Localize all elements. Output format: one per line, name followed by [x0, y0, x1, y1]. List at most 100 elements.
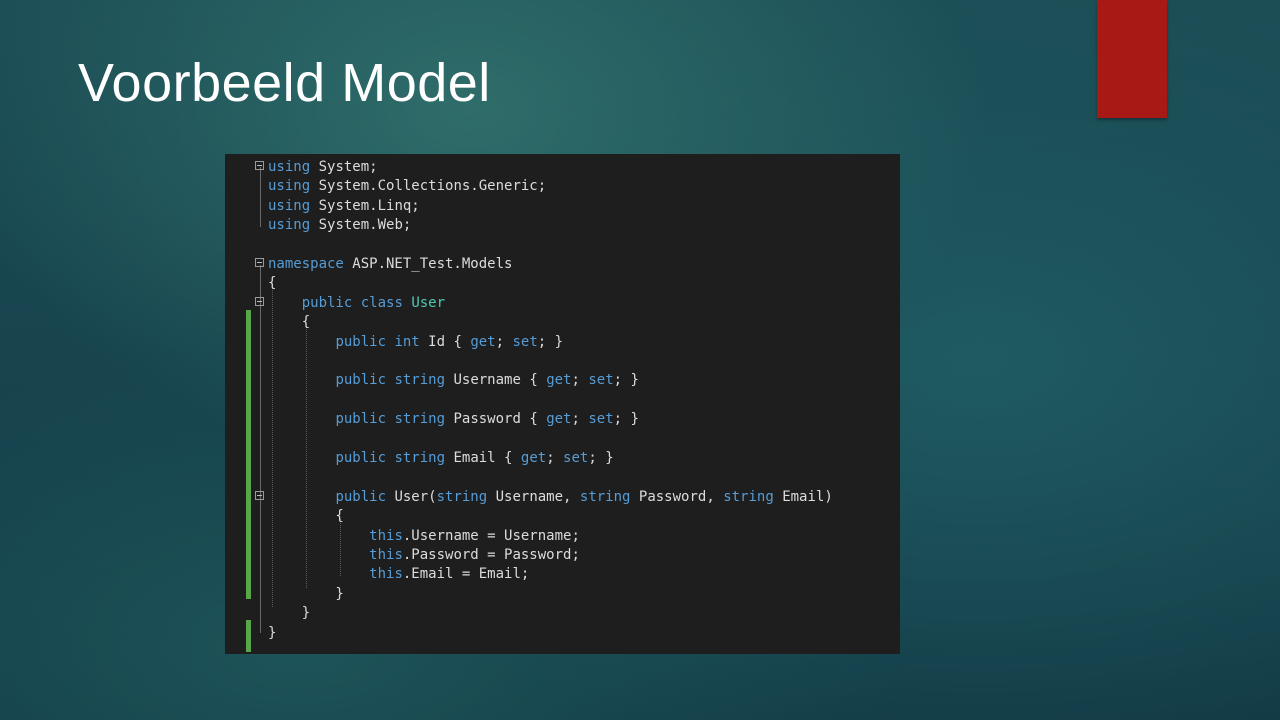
code-line: {	[225, 507, 900, 526]
collapse-icon[interactable]	[255, 296, 264, 306]
code-keyword: string	[394, 372, 446, 389]
slide-title: Voorbeeld Model	[78, 53, 491, 113]
code-keyword: using	[268, 159, 311, 175]
code-token: ;	[495, 333, 513, 350]
code-line: public string Email { get; set; }	[225, 449, 900, 468]
code-text: using System;	[268, 158, 378, 177]
code-text: this.Username = Username;	[268, 527, 580, 546]
code-keyword: public	[335, 450, 387, 466]
code-token: System;	[310, 159, 378, 175]
code-token: ASP.NET_Test.Models	[343, 256, 513, 272]
code-line: namespace ASP.NET_Test.Models	[225, 255, 900, 274]
code-keyword: get	[546, 411, 572, 428]
code-keyword: public	[335, 333, 387, 350]
code-token: }	[268, 624, 277, 641]
code-keyword: set	[512, 333, 538, 350]
code-text: using System.Linq;	[268, 197, 420, 216]
code-line: {	[225, 313, 900, 332]
code-token: {	[268, 508, 344, 525]
code-line: public User(string Username, string Pass…	[225, 488, 900, 507]
code-token: }	[268, 585, 344, 602]
collapse-icon[interactable]	[255, 490, 264, 500]
code-line: using System;	[225, 158, 900, 177]
code-text: this.Password = Password;	[268, 546, 580, 565]
code-text: }	[268, 585, 344, 604]
accent-bar	[1097, 0, 1167, 118]
code-keyword: this	[369, 547, 403, 563]
code-text: public int Id { get; set; }	[268, 333, 563, 352]
code-line: this.Password = Password;	[225, 546, 900, 565]
code-line: using System.Linq;	[225, 197, 900, 216]
code-line: this.Username = Username;	[225, 527, 900, 546]
code-line: public string Username { get; set; }	[225, 371, 900, 390]
code-token: Email {	[445, 450, 521, 466]
code-keyword: set	[588, 411, 614, 428]
code-token: ; }	[613, 372, 639, 389]
code-keyword: set	[563, 450, 589, 466]
code-text: this.Email = Email;	[268, 565, 529, 584]
code-keyword: string	[436, 488, 488, 505]
code-keyword: class	[360, 294, 403, 311]
code-type-name: User	[411, 294, 446, 311]
code-keyword: string	[723, 488, 774, 505]
code-token: {	[268, 275, 277, 292]
code-token: Id {	[419, 333, 471, 350]
code-text: }	[268, 604, 310, 623]
code-keyword: using	[268, 197, 311, 214]
code-text: {	[268, 313, 310, 332]
code-token: System.Web;	[310, 217, 412, 234]
collapse-icon[interactable]	[255, 258, 264, 267]
code-line: }	[225, 585, 900, 604]
code-editor-screenshot: using System; using System.Collections.Ge…	[225, 154, 900, 654]
code-text: using System.Collections.Generic;	[268, 177, 546, 196]
code-token: Password {	[445, 411, 547, 428]
code-keyword: public	[335, 411, 387, 428]
code-keyword: public	[335, 488, 387, 505]
collapse-icon[interactable]	[255, 161, 264, 170]
code-token: ;	[571, 372, 589, 389]
code-line: }	[225, 604, 900, 623]
code-token: .Email = Email;	[402, 566, 530, 583]
code-token: System.Linq;	[310, 197, 420, 214]
code-token: Email)	[773, 488, 833, 505]
code-token: ;	[546, 450, 564, 466]
code-text: public string Password { get; set; }	[268, 410, 639, 429]
code-keyword: int	[394, 333, 420, 350]
code-token: ; }	[537, 333, 564, 350]
code-keyword: get	[520, 450, 547, 466]
code-text: {	[268, 507, 344, 526]
code-keyword: string	[394, 411, 446, 428]
code-line: {	[225, 274, 900, 293]
code-line: public class User	[225, 294, 900, 313]
code-token: System.Collections.Generic;	[310, 178, 547, 195]
code-token: {	[268, 314, 311, 331]
code-text: public string Email { get; set; }	[268, 449, 613, 468]
code-line: using System.Collections.Generic;	[225, 177, 900, 196]
code-token: }	[268, 605, 311, 622]
code-token: Username {	[445, 372, 547, 389]
code-keyword: using	[268, 217, 311, 234]
code-keyword: set	[588, 372, 614, 389]
code-token: Username,	[487, 488, 580, 505]
code-text: public class User	[268, 294, 445, 313]
code-keyword: get	[470, 333, 496, 350]
code-text: }	[268, 624, 276, 643]
code-text: namespace ASP.NET_Test.Models	[268, 255, 512, 274]
code-keyword: get	[546, 372, 572, 389]
code-token: Password,	[630, 488, 724, 505]
code-text: using System.Web;	[268, 216, 411, 235]
code-text: {	[268, 274, 276, 293]
code-keyword: this	[369, 527, 403, 544]
